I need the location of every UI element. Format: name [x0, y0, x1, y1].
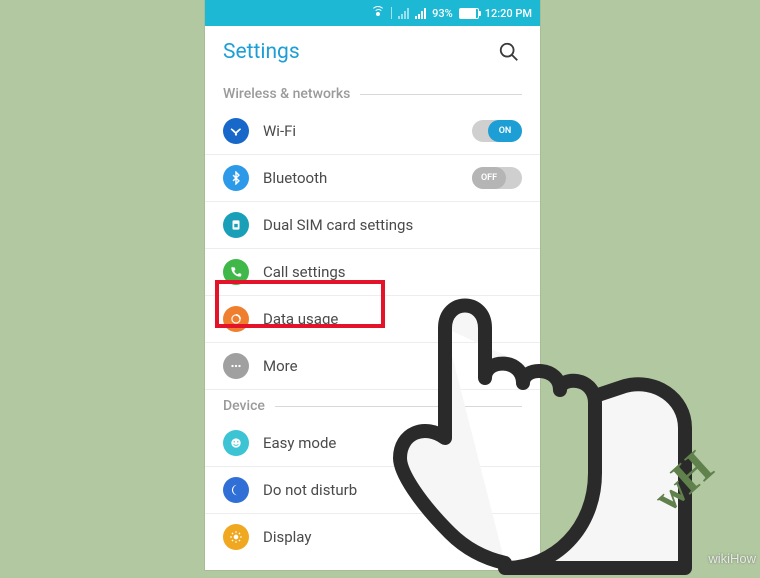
section-header-device: Device	[205, 390, 540, 420]
row-label: Data usage	[263, 310, 522, 328]
row-dualsim[interactable]: Dual SIM card settings	[205, 202, 540, 249]
moon-icon	[223, 477, 249, 503]
battery-percent: 93%	[432, 7, 453, 20]
sim-icon	[223, 212, 249, 238]
row-more[interactable]: More	[205, 343, 540, 390]
search-button[interactable]	[496, 39, 522, 65]
row-dnd[interactable]: Do not disturb	[205, 467, 540, 514]
row-easy-mode[interactable]: Easy mode	[205, 420, 540, 467]
wifi-icon	[371, 8, 385, 18]
row-label: Do not disturb	[263, 481, 522, 499]
row-label: More	[263, 357, 522, 375]
status-bar: 93% 12:20 PM	[205, 0, 540, 26]
clock: 12:20 PM	[485, 7, 532, 20]
data-usage-icon	[223, 306, 249, 332]
row-label: Call settings	[263, 263, 522, 281]
phone-icon	[223, 259, 249, 285]
row-bluetooth[interactable]: Bluetooth OFF	[205, 155, 540, 202]
row-label: Display	[263, 528, 522, 546]
display-icon	[223, 524, 249, 550]
app-header: Settings	[205, 26, 540, 78]
bluetooth-icon	[223, 165, 249, 191]
row-wifi[interactable]: Wi-Fi ON	[205, 108, 540, 155]
phone-frame: 93% 12:20 PM Settings Wireless & network…	[205, 0, 540, 570]
wikihow-watermark: wH	[641, 442, 722, 522]
wikihow-label: wikiHow	[708, 551, 756, 566]
signal-sim2-icon	[415, 8, 426, 19]
row-display[interactable]: Display	[205, 514, 540, 560]
row-label: Easy mode	[263, 434, 522, 452]
section-label: Wireless & networks	[223, 86, 350, 102]
row-label: Wi-Fi	[263, 122, 472, 140]
section-label: Device	[223, 398, 265, 414]
wifi-toggle[interactable]: ON	[472, 120, 522, 142]
row-label: Dual SIM card settings	[263, 216, 522, 234]
page-title: Settings	[223, 40, 300, 64]
row-label: Bluetooth	[263, 169, 472, 187]
more-icon	[223, 353, 249, 379]
signal-sim1-icon	[398, 8, 409, 19]
search-icon	[498, 41, 520, 63]
row-data-usage[interactable]: Data usage	[205, 296, 540, 343]
easy-mode-icon	[223, 430, 249, 456]
bluetooth-toggle[interactable]: OFF	[472, 167, 522, 189]
row-call[interactable]: Call settings	[205, 249, 540, 296]
battery-icon	[459, 8, 479, 19]
wifi-row-icon	[223, 118, 249, 144]
section-header-wireless: Wireless & networks	[205, 78, 540, 108]
